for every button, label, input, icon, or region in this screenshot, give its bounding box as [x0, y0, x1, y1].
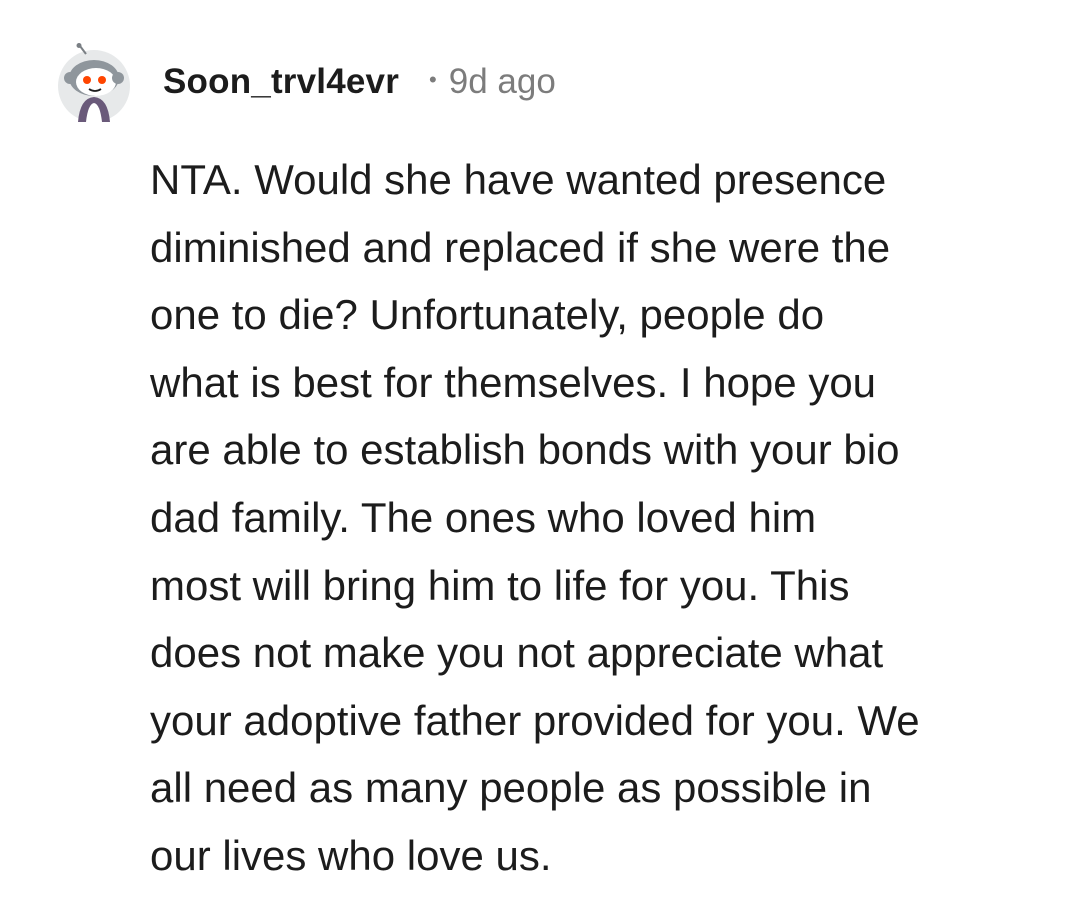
- comment-body-line: dad family. The ones who loved him: [150, 493, 817, 541]
- snoo-avatar-icon: [58, 43, 130, 122]
- comment-body-line: what is best for themselves. I hope you: [150, 358, 877, 406]
- comment: Soon_trvl4evr • 9d ago NTA. Would she ha…: [0, 0, 1080, 917]
- comment-body-line: does not make you not appreciate what: [150, 629, 884, 677]
- comment-body-line: diminished and replaced if she were the: [150, 223, 891, 271]
- comment-body-line: our lives who love us.: [150, 831, 552, 879]
- comment-body-line: most will bring him to life for you. Thi…: [150, 561, 850, 609]
- comment-header: Soon_trvl4evr • 9d ago: [56, 40, 556, 124]
- author-username[interactable]: Soon_trvl4evr: [163, 62, 399, 102]
- comment-body-line: NTA. Would she have wanted presence: [150, 156, 887, 203]
- comment-body: NTA. Would she have wanted presence dimi…: [150, 146, 1050, 890]
- comment-body-line: all need as many people as possible in: [150, 764, 872, 812]
- avatar[interactable]: [56, 42, 132, 122]
- comment-timestamp: 9d ago: [448, 62, 556, 101]
- comment-body-line: one to die? Unfortunately, people do: [150, 291, 825, 339]
- comment-body-line: your adoptive father provided for you. W…: [150, 696, 920, 744]
- comment-body-line: are able to establish bonds with your bi…: [150, 426, 900, 474]
- separator-dot: •: [429, 67, 437, 92]
